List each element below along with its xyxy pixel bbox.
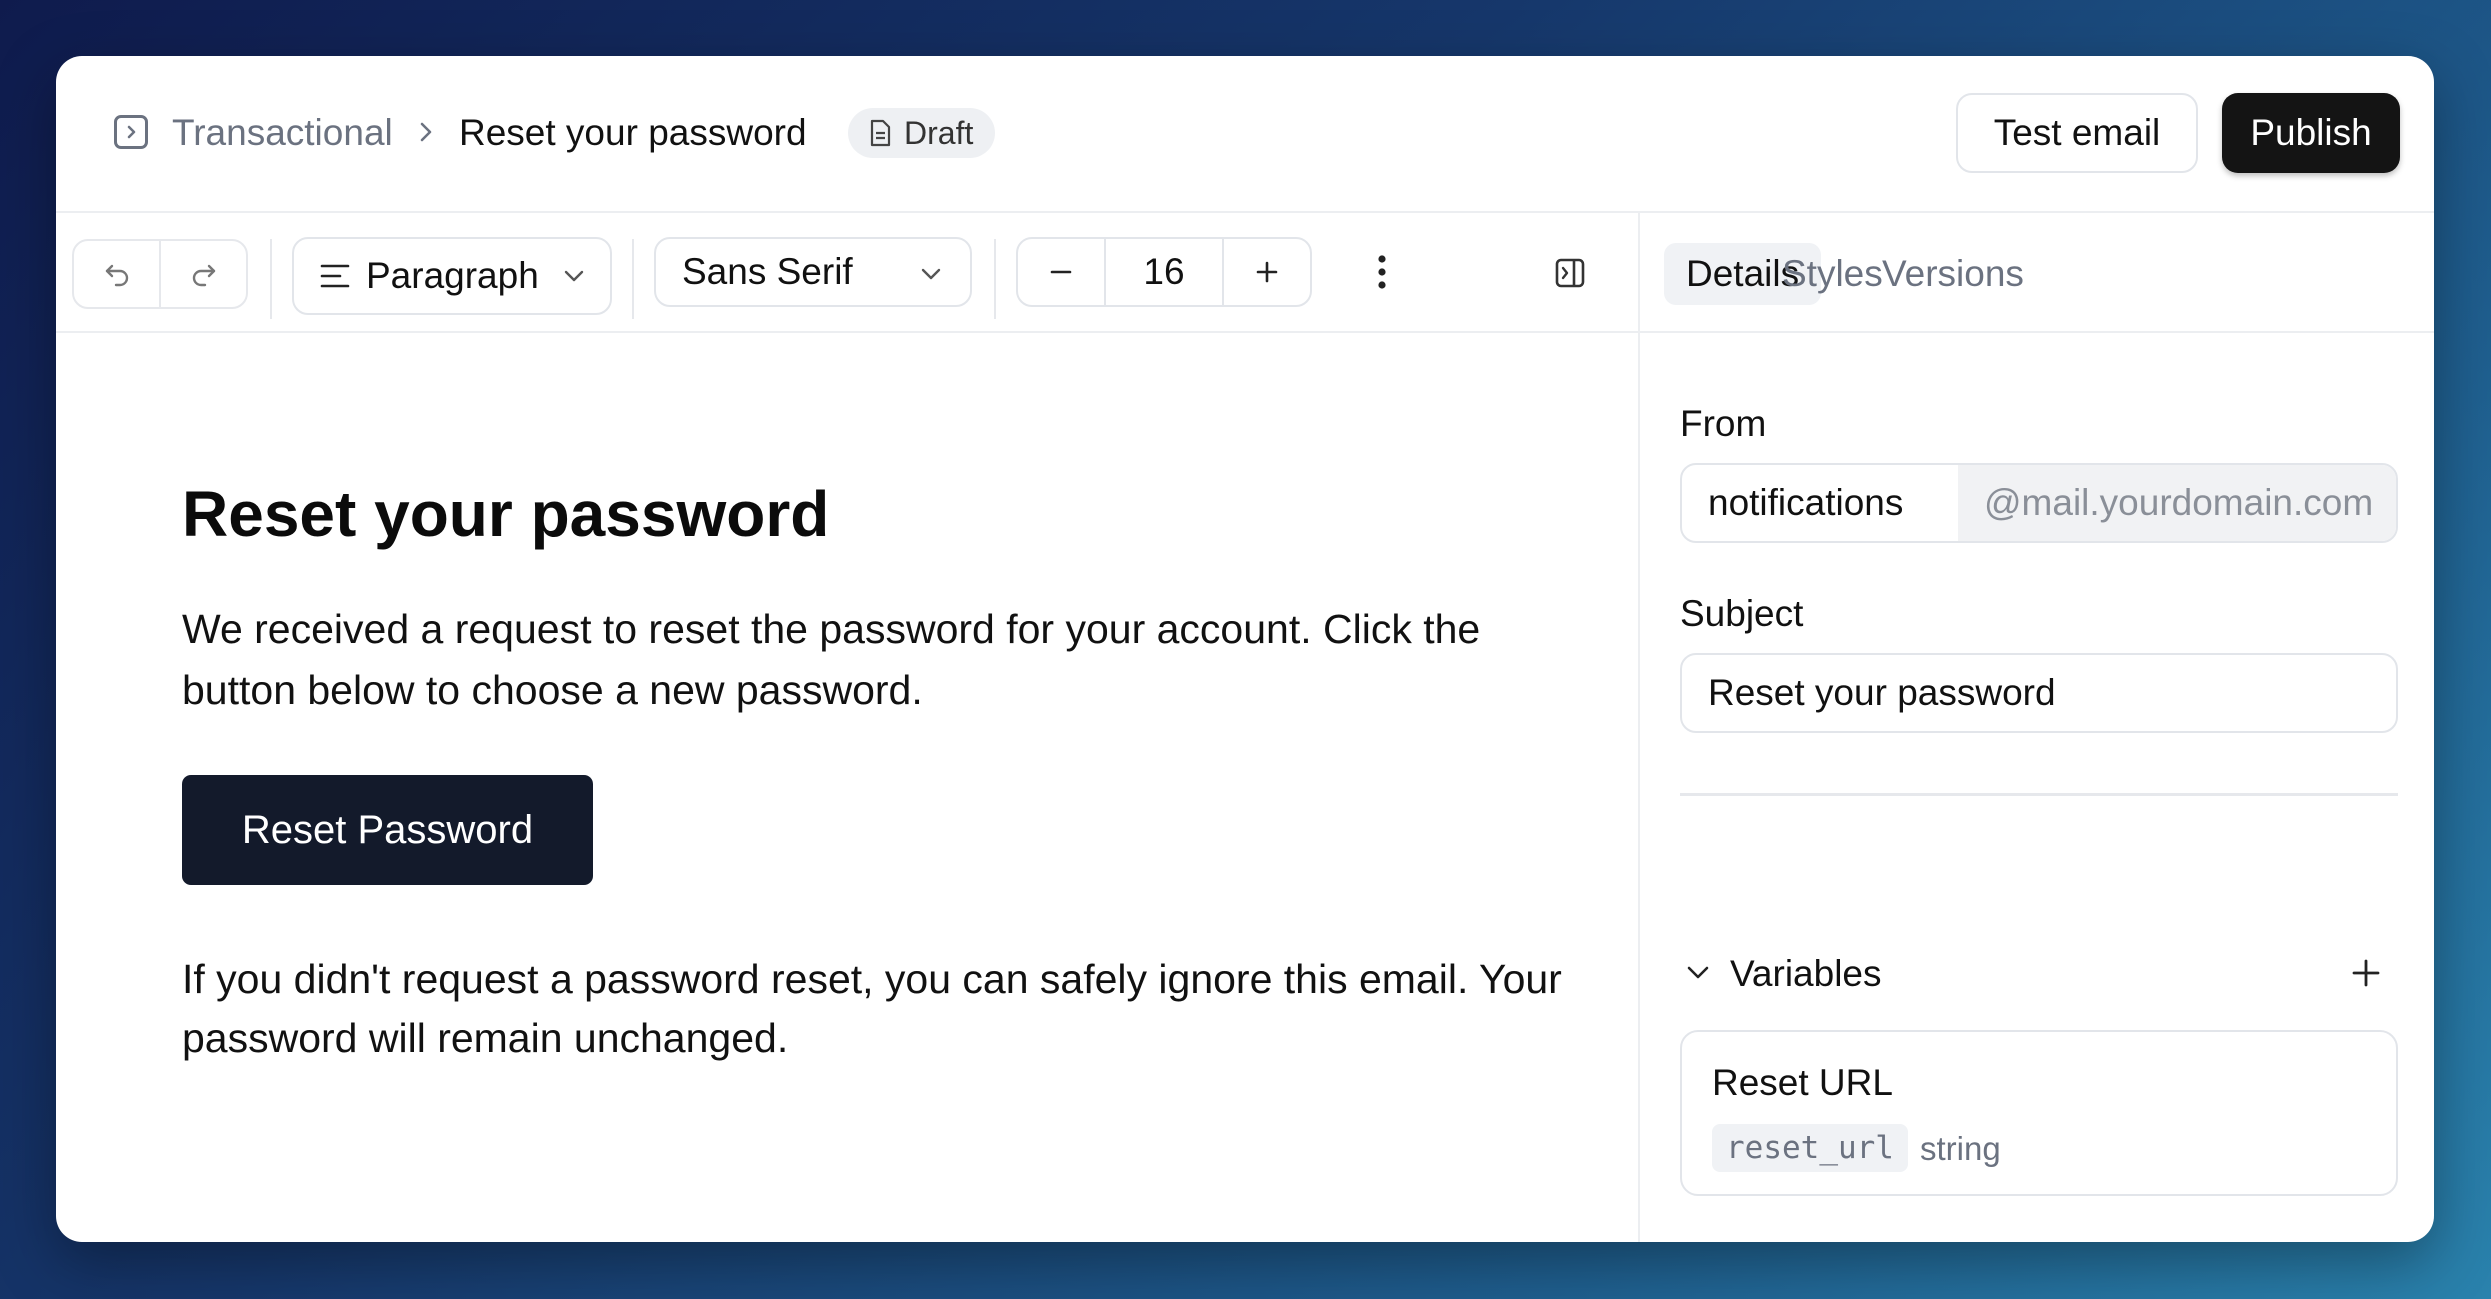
panel-tabs: Details Styles Versions [1640, 213, 2434, 333]
formatting-toolbar: Paragraph Sans Serif 16 [56, 213, 1638, 333]
add-variable-icon[interactable] [2348, 955, 2384, 991]
breadcrumb-transactional[interactable]: Transactional [172, 112, 393, 154]
variables-label: Variables [1730, 953, 1882, 994]
from-field: notifications @mail.yourdomain.com [1680, 463, 2398, 543]
redo-button[interactable] [159, 241, 246, 307]
variable-card[interactable]: Reset URL reset_url string [1680, 1030, 2398, 1196]
breadcrumb-current-page: Reset your password [459, 112, 807, 153]
font-size-value[interactable]: 16 [1104, 239, 1224, 305]
variable-name: Reset URL [1712, 1062, 1893, 1103]
test-email-button[interactable]: Test email [1956, 93, 2198, 173]
tab-versions[interactable]: Versions [1882, 243, 2024, 305]
toggle-panel-icon[interactable] [1554, 257, 1586, 289]
section-divider [1680, 793, 2398, 796]
email-cta-button[interactable]: Reset Password [182, 775, 593, 885]
toolbar-divider [632, 239, 634, 319]
text-align-icon [320, 264, 350, 288]
block-type-select[interactable]: Paragraph [292, 237, 612, 315]
variable-key: reset_url [1712, 1124, 1908, 1172]
toolbar-divider [994, 239, 996, 319]
variables-header[interactable]: Variables [1680, 943, 2398, 1003]
editor-window: Transactional Reset your password Draft … [56, 56, 2434, 1242]
decrease-size-button[interactable] [1018, 239, 1104, 305]
chevron-right-icon [420, 122, 432, 142]
email-canvas[interactable]: Reset your password We received a reques… [56, 333, 1638, 1242]
undo-button[interactable] [74, 241, 159, 307]
tab-styles[interactable]: Styles [1782, 243, 1883, 305]
email-heading[interactable]: Reset your password [182, 477, 829, 551]
top-bar: Transactional Reset your password Draft … [56, 56, 2434, 213]
history-group [72, 239, 248, 309]
email-paragraph-intro[interactable]: We received a request to reset the passw… [182, 599, 1562, 721]
variable-type: string [1920, 1130, 2001, 1167]
chevron-down-icon [1687, 966, 1709, 979]
block-type-value: Paragraph [366, 255, 539, 296]
publish-button[interactable]: Publish [2222, 93, 2400, 173]
details-panel: Details Styles Versions From notificatio… [1638, 213, 2434, 1242]
minus-icon [1050, 270, 1072, 274]
email-paragraph-footer[interactable]: If you didn't request a password reset, … [182, 950, 1562, 1068]
font-family-select[interactable]: Sans Serif [654, 237, 972, 307]
status-badge-label: Draft [904, 114, 974, 151]
more-vertical-icon [1378, 255, 1386, 289]
sidebar-toggle-icon[interactable] [114, 115, 148, 149]
from-domain-suffix: @mail.yourdomain.com [1958, 465, 2396, 541]
undo-icon [105, 264, 128, 287]
chevron-down-icon [921, 268, 941, 280]
subject-input[interactable]: Reset your password [1680, 653, 2398, 733]
subject-label: Subject [1680, 593, 1804, 634]
document-icon [870, 119, 891, 147]
font-size-stepper: 16 [1016, 237, 1312, 307]
chevron-down-icon [564, 270, 583, 282]
plus-icon [1256, 261, 1278, 283]
status-badge: Draft [848, 108, 996, 158]
redo-icon [192, 264, 215, 287]
font-family-value: Sans Serif [682, 251, 853, 292]
from-local-input[interactable]: notifications [1682, 465, 1958, 541]
toolbar-divider [270, 239, 272, 319]
more-options-button[interactable] [1362, 247, 1402, 297]
increase-size-button[interactable] [1224, 239, 1310, 305]
from-label: From [1680, 403, 1767, 444]
